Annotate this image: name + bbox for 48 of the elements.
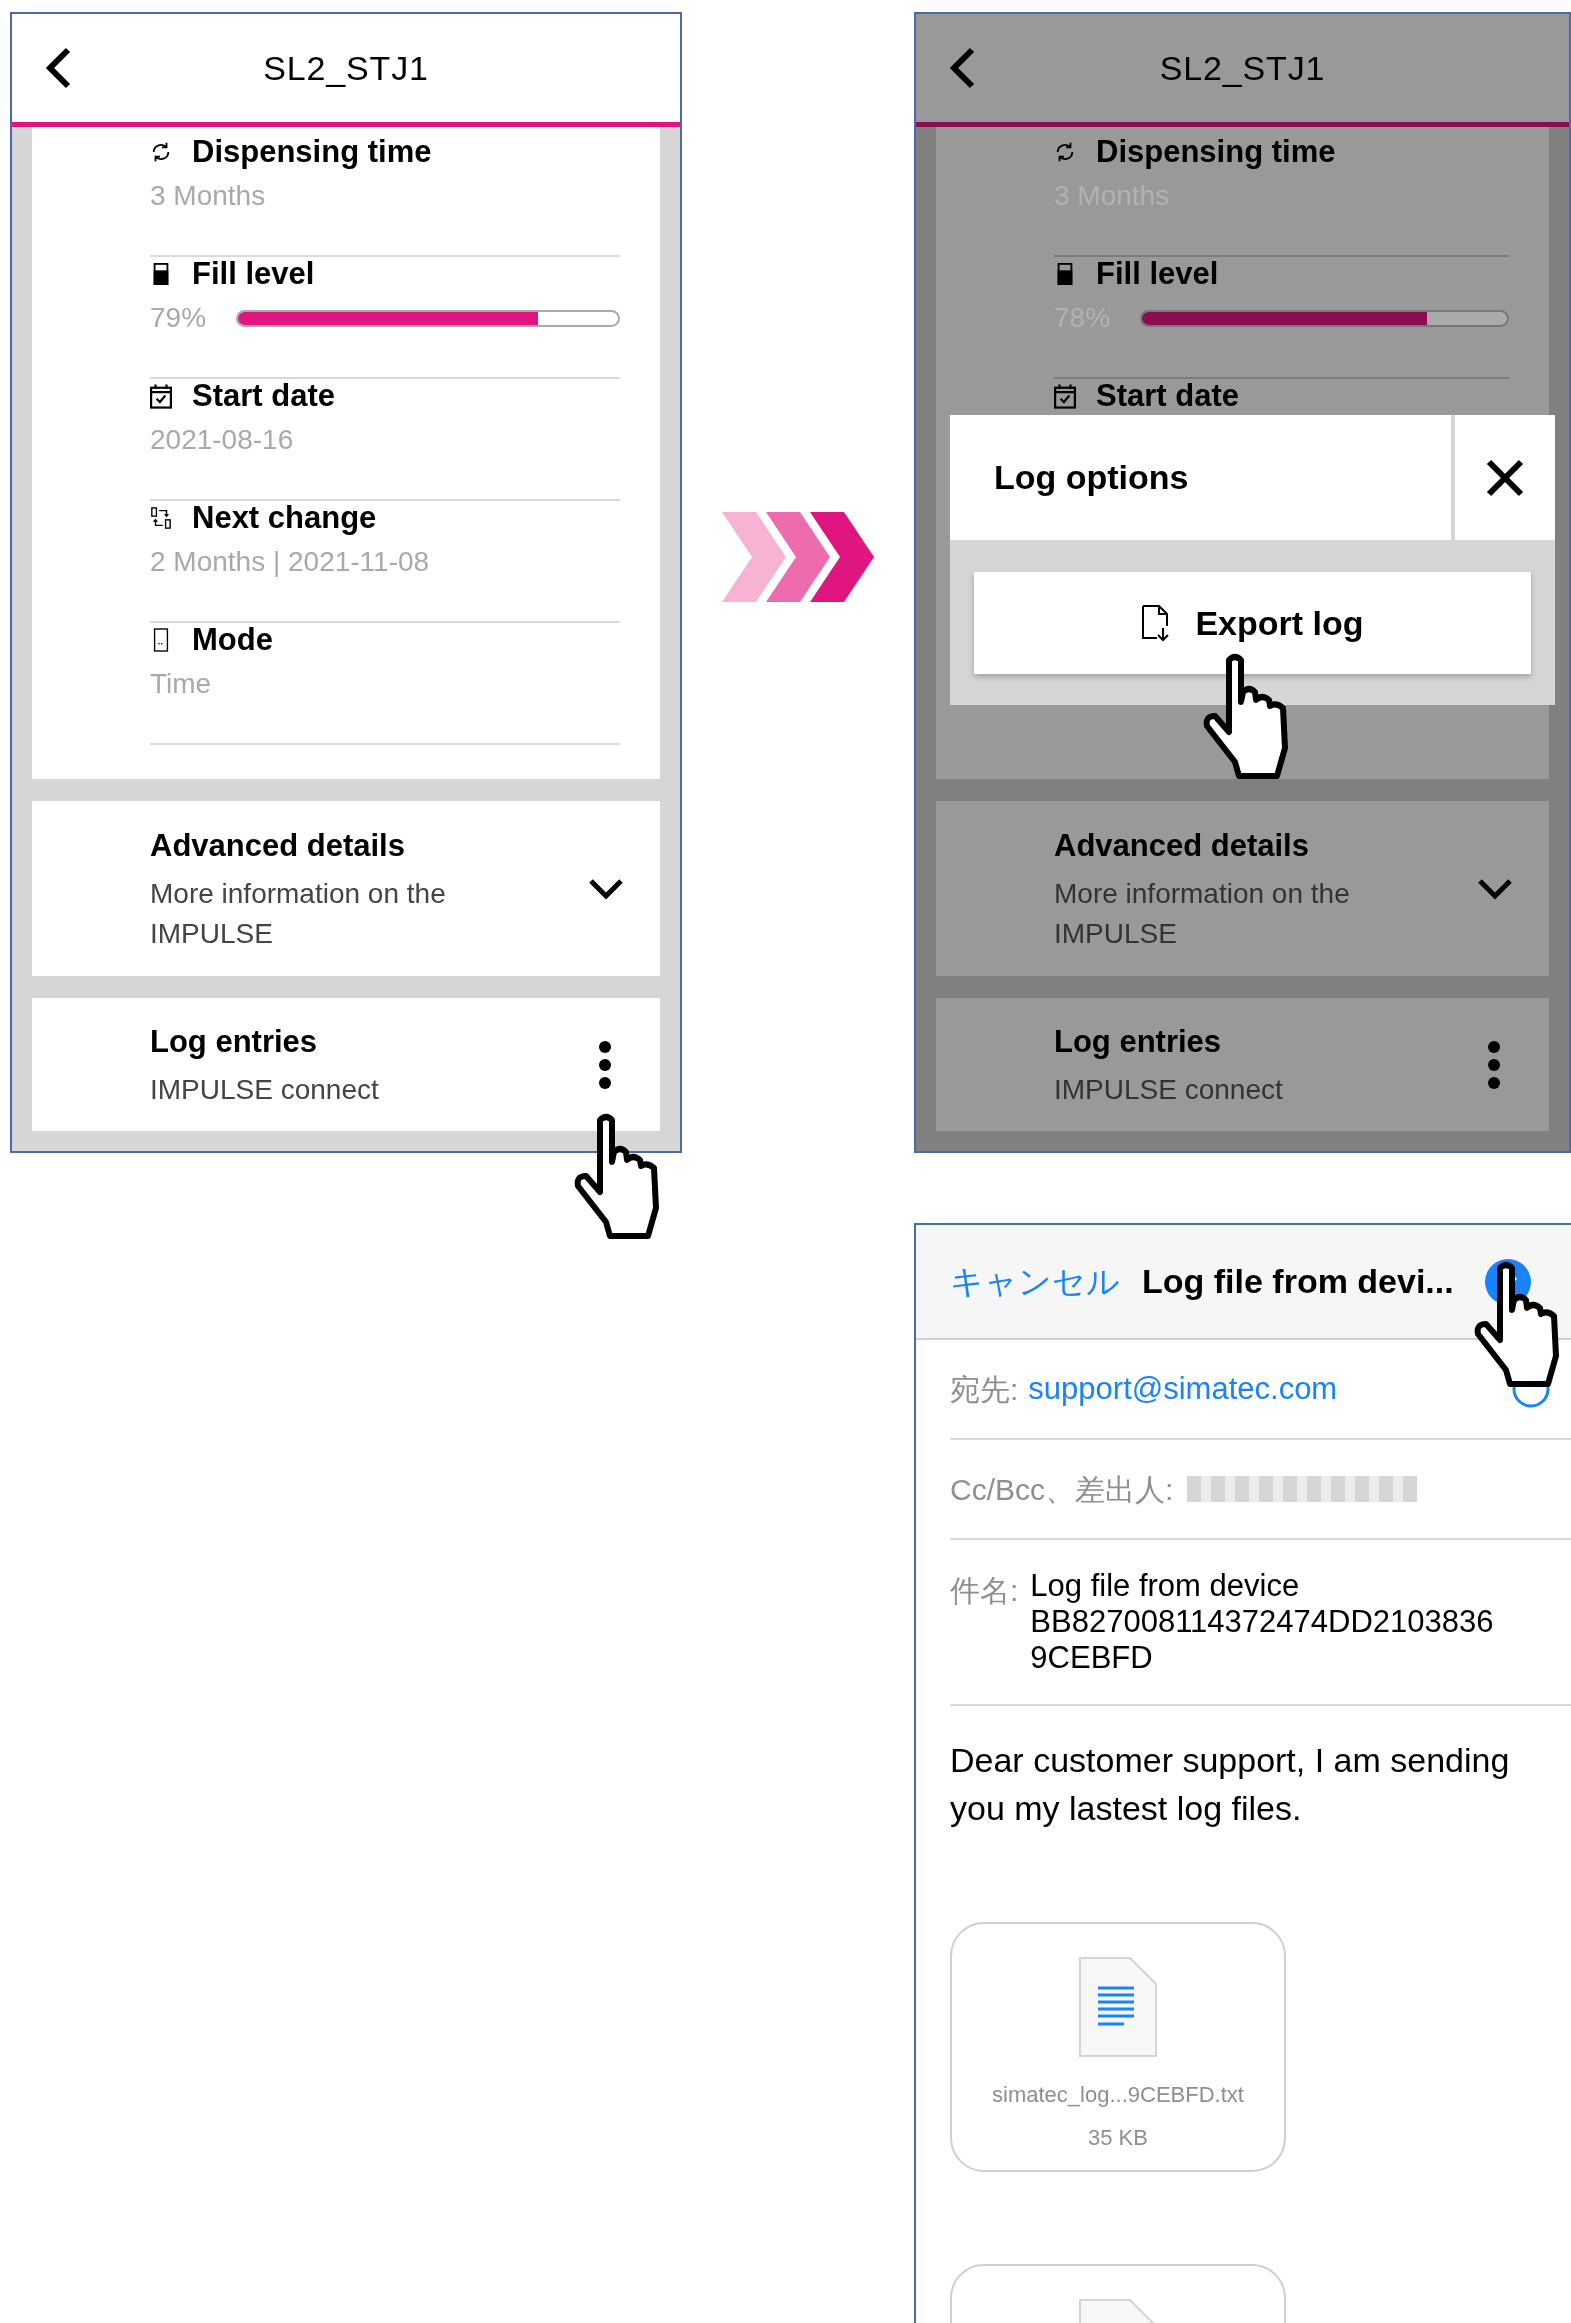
detail-label: Fill level (1096, 257, 1219, 291)
detail-label: Fill level (192, 257, 315, 291)
close-icon (1485, 457, 1525, 498)
subject-text: Log file from device BB827008114372474DD21038369CEBFD (1030, 1568, 1495, 1676)
more-options-icon[interactable] (598, 1039, 612, 1090)
section-card[interactable]: Advanced details More information on the IMPULSE (32, 801, 660, 976)
mail-body-text: Dear customer support, I am sending you my lastest log files. (950, 1740, 1511, 1829)
attachment-name: simatec_log...9CEBFD.txt (992, 2081, 1244, 2109)
chevron-icon[interactable] (588, 877, 624, 900)
detail-label: Start date (192, 379, 335, 413)
detail-label: Next change (192, 501, 377, 535)
text-file-icon (1078, 1956, 1158, 2058)
detail-label: Mode (192, 623, 273, 657)
fill-level-reading: 79% (150, 301, 207, 335)
section-card[interactable]: Log entries IMPULSE connect (32, 998, 660, 1131)
section-title: Log entries (150, 1023, 319, 1062)
detail-value: 2 Months | 2021-11-08 (150, 545, 431, 579)
section-title: Advanced details (1054, 827, 1310, 866)
mail-subject-title: Log file from devi... (1142, 1261, 1454, 1302)
section-subtitle: IMPULSE connect (1054, 1072, 1284, 1107)
export-log-button[interactable]: Export log (974, 572, 1531, 674)
section-card[interactable]: Advanced details More information on the IMPULSE (936, 801, 1549, 976)
detail-label: Dispensing time (192, 135, 432, 169)
calendar-icon (150, 383, 172, 409)
recipient-address: support@simatec.com (1028, 1369, 1338, 1408)
cc-bcc-label: Cc/Bcc、差出人: (950, 1471, 1174, 1508)
detail-label: Dispensing time (1096, 135, 1336, 169)
attachment-size: 35 KB (1088, 2124, 1148, 2152)
dialog-title: Log options (950, 415, 1455, 540)
section-subtitle: More information on the IMPULSE (150, 876, 447, 951)
detail-label: Start date (1096, 379, 1239, 413)
more-options-icon[interactable] (1487, 1039, 1501, 1090)
detail-value: 2021-08-16 (150, 423, 295, 457)
chevron-icon[interactable] (1477, 877, 1513, 900)
detail-value: Time (150, 667, 213, 701)
section-card[interactable]: Log entries IMPULSE connect (936, 998, 1549, 1131)
section-subtitle: More information on the IMPULSE (1054, 876, 1351, 951)
screen-title: SL2_STJ1 (1159, 47, 1326, 89)
section-title: Advanced details (150, 827, 406, 866)
detail-value: 3 Months (150, 179, 267, 213)
subject-label: 件名: (950, 1573, 1019, 1609)
to-label: 宛先: (950, 1371, 1019, 1408)
chevron-arrows-icon (722, 512, 874, 602)
calendar-icon (1054, 383, 1076, 409)
screen-title: SL2_STJ1 (263, 47, 429, 89)
section-title: Log entries (1054, 1023, 1223, 1062)
swap-icon (150, 505, 172, 531)
section-subtitle: IMPULSE connect (150, 1072, 380, 1107)
